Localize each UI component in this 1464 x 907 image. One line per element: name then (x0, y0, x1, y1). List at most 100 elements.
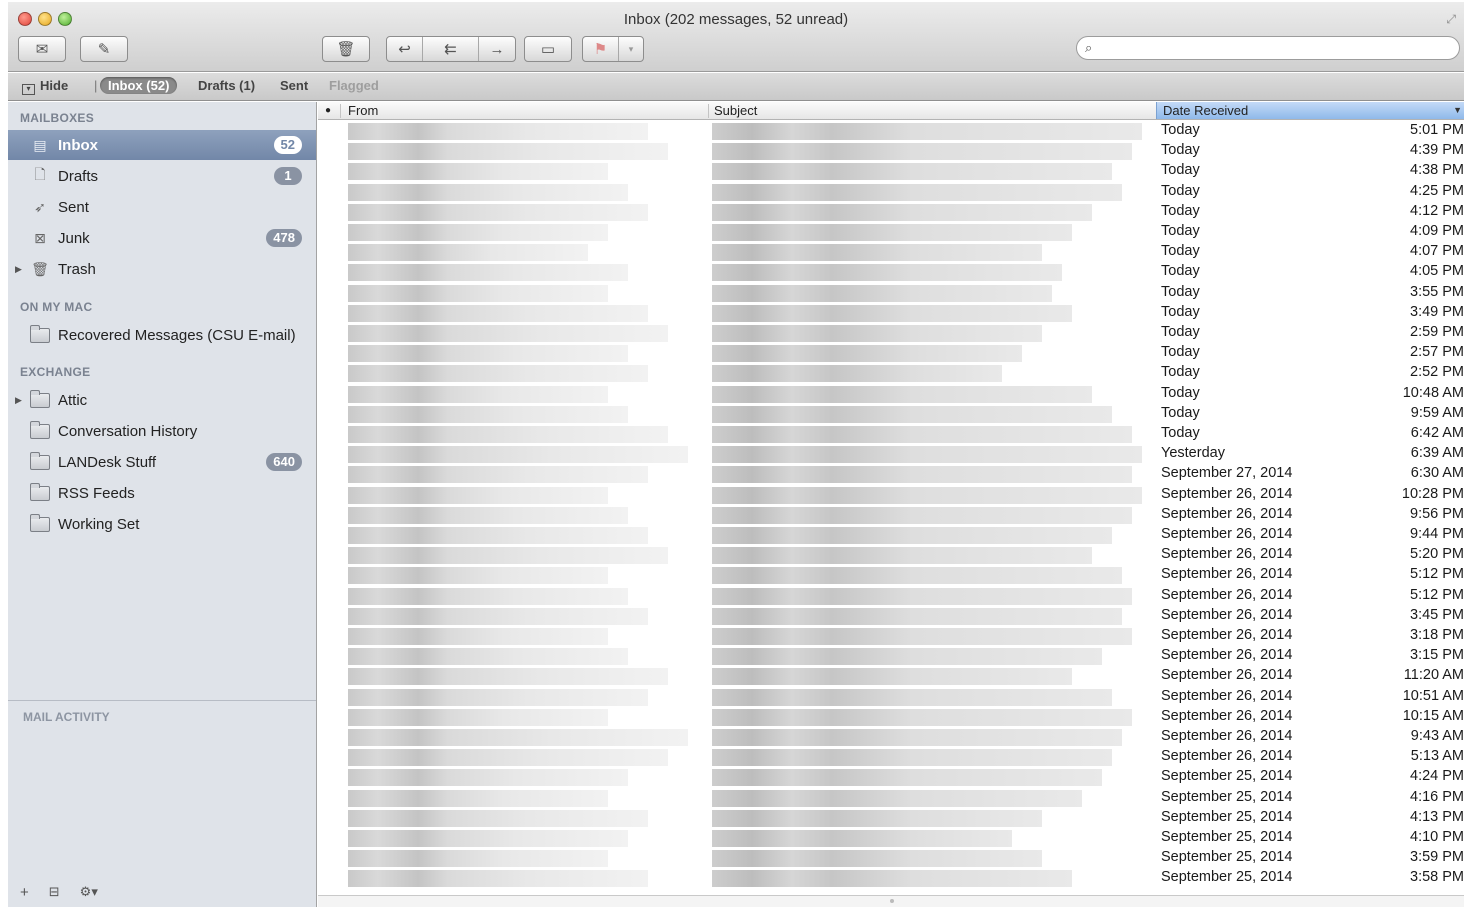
date-received: Today (1161, 122, 1200, 138)
message-row[interactable]: September 26, 2014 3:18 PM (318, 626, 1464, 646)
message-row[interactable]: September 26, 2014 10:51 AM (318, 687, 1464, 707)
sidebar-item-attic[interactable]: ▶ Attic (8, 385, 316, 415)
message-row[interactable]: Today 4:25 PM (318, 182, 1464, 202)
date-received: September 26, 2014 (1161, 586, 1293, 603)
show-activity-icon[interactable]: ⊟ (49, 884, 60, 901)
message-row[interactable]: Today 4:09 PM (318, 222, 1464, 242)
date-received: Today (1161, 303, 1200, 320)
fullscreen-icon[interactable]: ⤢ (1446, 12, 1456, 27)
message-row[interactable]: September 26, 2014 3:15 PM (318, 646, 1464, 666)
sidebar-item-junk[interactable]: ⊠ Junk 478 (8, 223, 316, 253)
message-row[interactable]: September 25, 2014 4:10 PM (318, 828, 1464, 848)
message-row[interactable]: Today 4:07 PM (318, 242, 1464, 262)
column-divider[interactable] (708, 104, 709, 118)
archive-button[interactable]: ▭ (524, 36, 572, 62)
window-title: Inbox (202 messages, 52 unread) (623, 11, 849, 28)
message-row[interactable]: September 25, 2014 4:16 PM (318, 788, 1464, 808)
message-row[interactable]: September 26, 2014 10:15 AM (318, 707, 1464, 727)
favorite-inbox[interactable]: Inbox (52) (100, 77, 178, 94)
add-mailbox-button[interactable]: + (20, 884, 29, 901)
forward-button[interactable]: → (479, 37, 515, 61)
message-row[interactable]: September 25, 2014 3:58 PM (318, 868, 1464, 888)
favorite-sent[interactable]: Sent (280, 78, 308, 93)
time-received: 4:12 PM (1410, 202, 1464, 219)
sidebar-item-trash[interactable]: ▶ 🗑 Trash (8, 254, 316, 284)
sidebar-item-recovered-messages[interactable]: Recovered Messages (CSU E-mail) (8, 320, 316, 350)
message-row[interactable]: September 26, 2014 5:20 PM (318, 545, 1464, 565)
message-row[interactable]: Today 4:39 PM (318, 141, 1464, 161)
sender-redacted (348, 506, 628, 524)
flag-button[interactable]: ⚑ ▾ (582, 36, 644, 62)
message-row[interactable]: Today 2:52 PM (318, 363, 1464, 383)
search-input[interactable] (1103, 39, 1443, 57)
message-row[interactable]: Today 4:38 PM (318, 161, 1464, 181)
message-row[interactable]: September 26, 2014 5:12 PM (318, 565, 1464, 585)
message-row[interactable]: September 25, 2014 4:24 PM (318, 767, 1464, 787)
subject-redacted (712, 446, 1142, 464)
sender-redacted (348, 304, 648, 322)
flag-menu-chevron-icon[interactable]: ▾ (619, 37, 643, 61)
message-row[interactable]: September 25, 2014 3:59 PM (318, 848, 1464, 868)
message-row[interactable]: Today 4:12 PM (318, 202, 1464, 222)
message-row[interactable]: Today 2:57 PM (318, 343, 1464, 363)
message-row[interactable]: Today 2:59 PM (318, 323, 1464, 343)
column-from[interactable]: From (348, 103, 378, 118)
message-row[interactable]: Today 5:01 PM (318, 121, 1464, 141)
sender-redacted (348, 789, 608, 807)
reply-all-button[interactable]: ⇇ (423, 37, 479, 61)
subject-redacted (712, 143, 1132, 161)
message-row[interactable]: Today 4:05 PM (318, 262, 1464, 282)
message-row[interactable]: September 26, 2014 9:43 AM (318, 727, 1464, 747)
column-date-received[interactable]: Date Received ▼ (1156, 102, 1464, 119)
message-row[interactable]: September 26, 2014 10:28 PM (318, 485, 1464, 505)
disclosure-triangle-icon[interactable]: ▶ (15, 395, 22, 406)
subject-redacted (712, 607, 1122, 625)
favorite-flagged[interactable]: Flagged (329, 78, 379, 93)
sidebar-item-inbox[interactable]: ▤ Inbox 52 (8, 130, 316, 160)
horizontal-scrollbar[interactable] (318, 895, 1464, 907)
message-row[interactable]: September 26, 2014 5:12 PM (318, 586, 1464, 606)
gear-menu-button[interactable]: ⚙▾ (80, 884, 98, 901)
time-received: 3:55 PM (1410, 283, 1464, 300)
message-row[interactable]: September 25, 2014 4:13 PM (318, 808, 1464, 828)
message-row[interactable]: Today 3:55 PM (318, 283, 1464, 303)
column-subject[interactable]: Subject (714, 103, 757, 118)
scroll-knob[interactable] (890, 899, 894, 903)
message-row[interactable]: Today 9:59 AM (318, 404, 1464, 424)
date-received: September 25, 2014 (1161, 768, 1293, 785)
reply-all-icon: ⇇ (444, 41, 457, 58)
hide-label: Hide (40, 78, 69, 93)
search-field[interactable]: ⌕ (1076, 36, 1460, 60)
delete-button[interactable]: 🗑 (322, 36, 370, 62)
date-received: Yesterday (1161, 445, 1225, 462)
message-row[interactable]: Today 10:48 AM (318, 384, 1464, 404)
sidebar-item-landesk-stuff[interactable]: LANDesk Stuff 640 (8, 447, 316, 477)
message-row[interactable]: September 27, 2014 6:30 AM (318, 464, 1464, 484)
get-mail-button[interactable]: ✉ (18, 36, 66, 62)
message-row[interactable]: Today 6:42 AM (318, 424, 1464, 444)
hide-mailboxes-button[interactable]: ▾ Hide (22, 78, 68, 95)
sidebar-item-rss-feeds[interactable]: RSS Feeds (8, 478, 316, 508)
column-divider[interactable] (340, 104, 341, 118)
message-row[interactable]: September 26, 2014 9:44 PM (318, 525, 1464, 545)
sender-redacted (348, 708, 608, 726)
compose-button[interactable]: ✎ (80, 36, 128, 62)
message-row[interactable]: September 26, 2014 11:20 AM (318, 666, 1464, 686)
on-my-mac-heading: ON MY MAC (20, 300, 93, 314)
disclosure-triangle-icon[interactable]: ▶ (15, 264, 22, 275)
date-received: September 26, 2014 (1161, 627, 1293, 643)
sidebar-item-sent[interactable]: ➶ Sent (8, 192, 316, 222)
subject-redacted (712, 648, 1102, 666)
message-row[interactable]: Today 3:49 PM (318, 303, 1464, 323)
column-unread[interactable]: ● (325, 105, 331, 116)
sidebar-item-conversation-history[interactable]: Conversation History (8, 416, 316, 446)
message-row[interactable]: September 26, 2014 9:56 PM (318, 505, 1464, 525)
reply-button[interactable]: ↩ (387, 37, 423, 61)
message-row[interactable]: September 26, 2014 5:13 AM (318, 747, 1464, 767)
flag-icon: ⚑ (583, 37, 619, 61)
favorite-drafts[interactable]: Drafts (1) (198, 78, 255, 93)
sidebar-item-drafts[interactable]: 🗋 Drafts 1 (8, 161, 316, 191)
message-row[interactable]: September 26, 2014 3:45 PM (318, 606, 1464, 626)
message-row[interactable]: Yesterday 6:39 AM (318, 444, 1464, 464)
sidebar-item-working-set[interactable]: Working Set (8, 509, 316, 539)
